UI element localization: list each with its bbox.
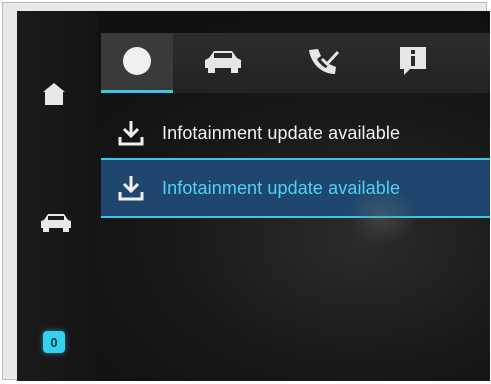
home-icon[interactable]: [39, 79, 69, 109]
car-icon[interactable]: [39, 209, 73, 235]
circle-icon: [121, 45, 153, 82]
notification-count-badge[interactable]: 0: [43, 331, 65, 353]
car-icon: [203, 48, 243, 79]
tab-info[interactable]: [377, 33, 449, 93]
info-icon: [398, 45, 428, 82]
tab-vehicle[interactable]: [187, 33, 259, 93]
download-icon: [116, 118, 146, 148]
tab-bar: [101, 33, 490, 93]
tab-circle[interactable]: [101, 33, 173, 93]
download-icon: [116, 173, 146, 203]
tab-phone[interactable]: [287, 33, 359, 93]
left-rail: 0: [17, 11, 97, 381]
phone-check-icon: [306, 46, 340, 81]
screenshot-frame: 0 Infotainment update available Infotain…: [2, 2, 490, 381]
notification-item[interactable]: Infotainment update available: [101, 103, 490, 163]
notification-label: Infotainment update available: [162, 177, 401, 198]
notification-item-selected[interactable]: Infotainment update available: [101, 158, 490, 218]
notification-label: Infotainment update available: [162, 122, 401, 143]
infotainment-screen: 0 Infotainment update available Infotain…: [17, 11, 490, 381]
